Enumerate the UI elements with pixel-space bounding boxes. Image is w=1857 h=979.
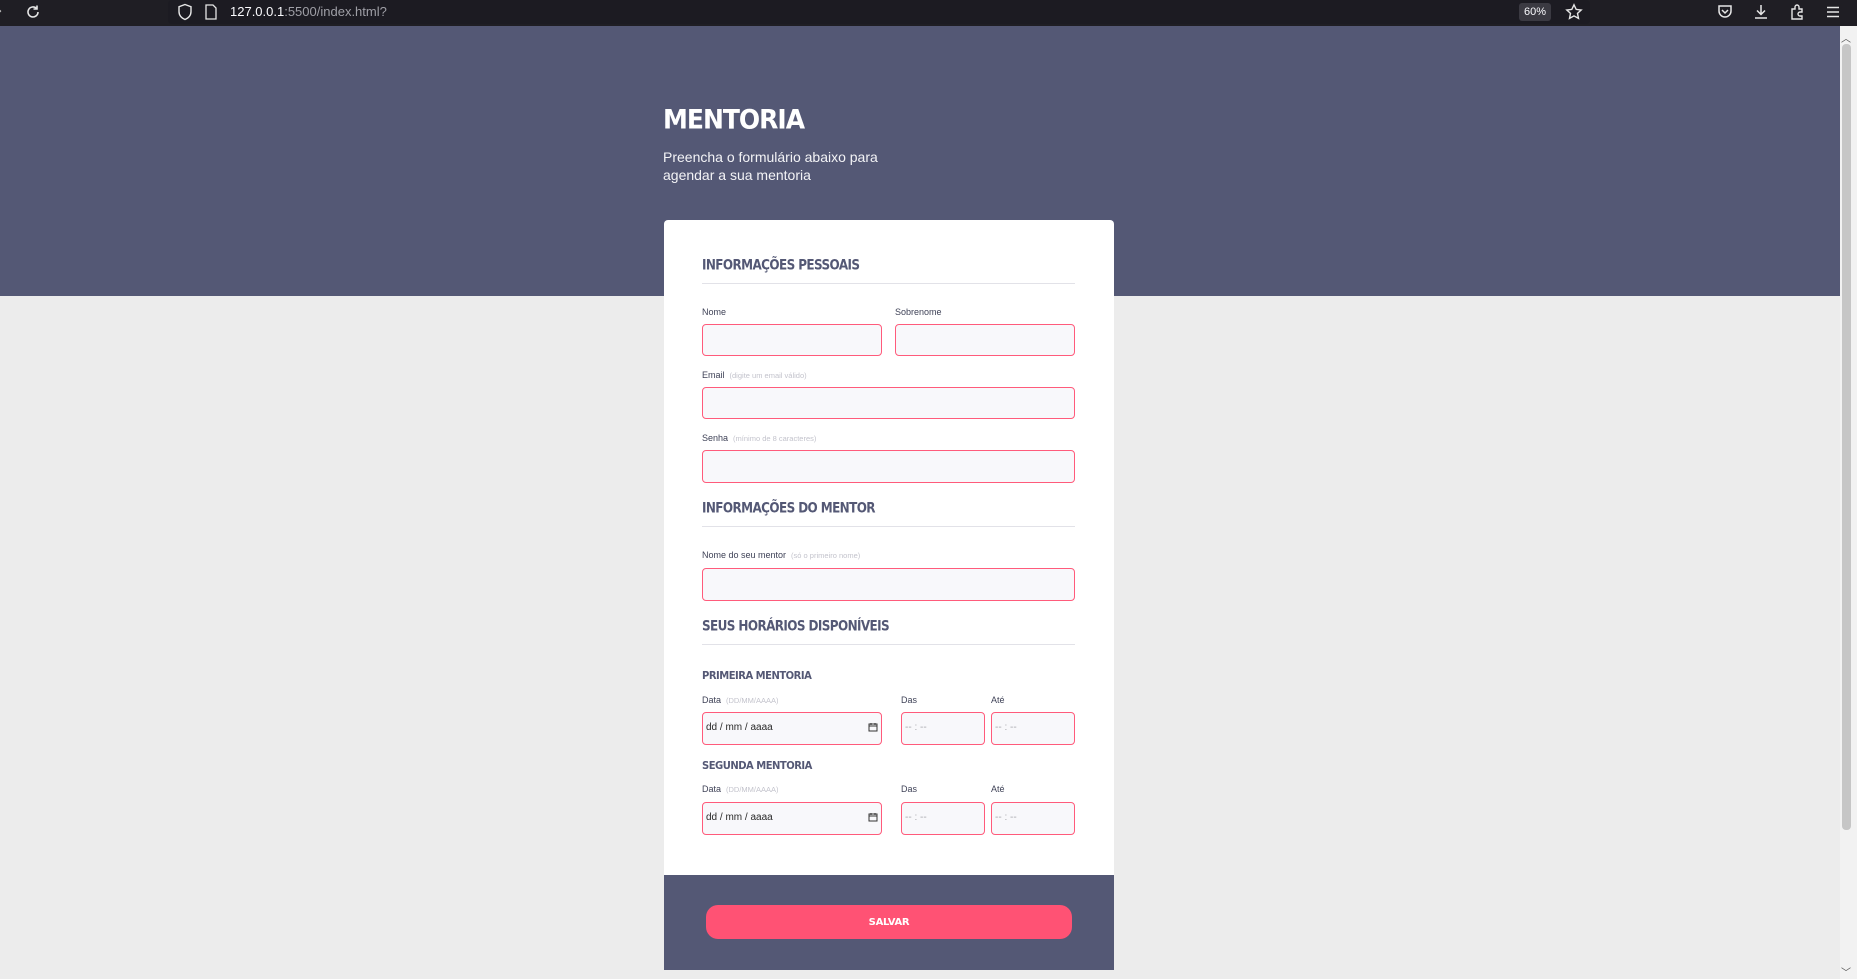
browser-toolbar: › 127.0.0.1:5500/index.html? 60%	[0, 0, 1857, 26]
first-date-hint: (DD/MM/AAAA)	[726, 696, 779, 705]
password-label-text: Senha	[702, 433, 729, 443]
mentor-name-label: Nome do seu mentor (só o primeiro nome)	[702, 550, 860, 560]
url-path: :5500/index.html?	[284, 4, 387, 19]
save-button[interactable]: SALVAR	[706, 905, 1072, 939]
back-arrow-icon[interactable]: ›	[0, 4, 2, 19]
password-label: Senha (mínimo de 8 caracteres)	[702, 433, 816, 443]
scrollbar[interactable]: ︿ ﹀	[1840, 26, 1857, 979]
first-to-label: Até	[991, 695, 1005, 705]
second-session-title: SEGUNDA MENTORIA	[702, 760, 812, 773]
star-icon[interactable]	[1565, 3, 1583, 21]
first-date-placeholder: dd / mm / aaaa	[706, 722, 773, 733]
first-date-field[interactable]: dd / mm / aaaa	[702, 712, 882, 745]
mentor-name-field[interactable]	[702, 568, 1075, 601]
second-from-time-placeholder: -- : --	[905, 812, 927, 823]
section-title-personal: INFORMAÇÕES PESSOAIS	[702, 257, 860, 274]
shield-icon[interactable]	[177, 3, 193, 21]
page-title: MENTORIA	[663, 104, 805, 135]
second-date-label-text: Data	[702, 784, 722, 794]
extensions-icon[interactable]	[1788, 3, 1806, 21]
second-date-placeholder: dd / mm / aaaa	[706, 812, 773, 823]
email-label-text: Email	[702, 370, 725, 380]
zoom-level[interactable]: 60%	[1519, 3, 1552, 21]
first-to-time-field[interactable]: -- : --	[991, 712, 1075, 745]
email-label: Email (digite um email válido)	[702, 370, 807, 380]
first-session-title: PRIMEIRA MENTORIA	[702, 670, 812, 683]
first-to-time-placeholder: -- : --	[995, 722, 1017, 733]
url-host: 127.0.0.1	[230, 4, 285, 19]
password-hint: (mínimo de 8 caracteres)	[733, 434, 817, 443]
name-field[interactable]	[702, 324, 882, 356]
reload-icon[interactable]	[24, 3, 42, 21]
second-date-label: Data (DD/MM/AAAA)	[702, 784, 779, 794]
second-to-time-placeholder: -- : --	[995, 812, 1017, 823]
pocket-icon[interactable]	[1716, 3, 1734, 21]
second-to-label: Até	[991, 784, 1005, 794]
scrollbar-thumb[interactable]	[1842, 44, 1851, 830]
second-from-time-field[interactable]: -- : --	[901, 802, 985, 835]
page-icon	[205, 4, 217, 20]
surname-label: Sobrenome	[895, 307, 942, 317]
second-from-label: Das	[901, 784, 918, 794]
mentor-name-label-text: Nome do seu mentor	[702, 550, 787, 560]
password-field[interactable]	[702, 450, 1075, 483]
section-title-schedule: SEUS HORÁRIOS DISPONÍVEIS	[702, 618, 890, 635]
first-date-label-text: Data	[702, 695, 722, 705]
first-from-time-placeholder: -- : --	[905, 722, 927, 733]
second-date-field[interactable]: dd / mm / aaaa	[702, 802, 882, 835]
page-subtitle: Preencha o formulário abaixo para agenda…	[663, 149, 878, 183]
divider	[702, 283, 1075, 284]
download-icon[interactable]	[1752, 3, 1770, 21]
form-footer: SALVAR	[664, 875, 1114, 970]
scroll-up-icon[interactable]: ︿	[1841, 30, 1851, 45]
second-to-time-field[interactable]: -- : --	[991, 802, 1075, 835]
divider	[702, 644, 1075, 645]
address-bar[interactable]: 127.0.0.1:5500/index.html?	[168, 0, 1590, 24]
scroll-down-icon[interactable]: ﹀	[1841, 964, 1851, 979]
mentor-name-hint: (só o primeiro nome)	[791, 551, 861, 560]
divider	[702, 526, 1075, 527]
second-date-hint: (DD/MM/AAAA)	[726, 785, 779, 794]
mentoria-form: INFORMAÇÕES PESSOAIS Nome Sobrenome Emai…	[664, 220, 1114, 875]
section-title-mentor: INFORMAÇÕES DO MENTOR	[702, 500, 876, 517]
surname-field[interactable]	[895, 324, 1075, 356]
email-hint: (digite um email válido)	[729, 371, 807, 380]
name-label: Nome	[702, 307, 727, 317]
first-from-time-field[interactable]: -- : --	[901, 712, 985, 745]
email-field[interactable]	[702, 387, 1075, 419]
first-date-label: Data (DD/MM/AAAA)	[702, 695, 779, 705]
first-from-label: Das	[901, 695, 918, 705]
calendar-icon[interactable]	[868, 812, 878, 822]
url-text[interactable]: 127.0.0.1:5500/index.html?	[230, 4, 387, 19]
calendar-icon[interactable]	[868, 722, 878, 732]
menu-icon[interactable]	[1824, 3, 1842, 21]
